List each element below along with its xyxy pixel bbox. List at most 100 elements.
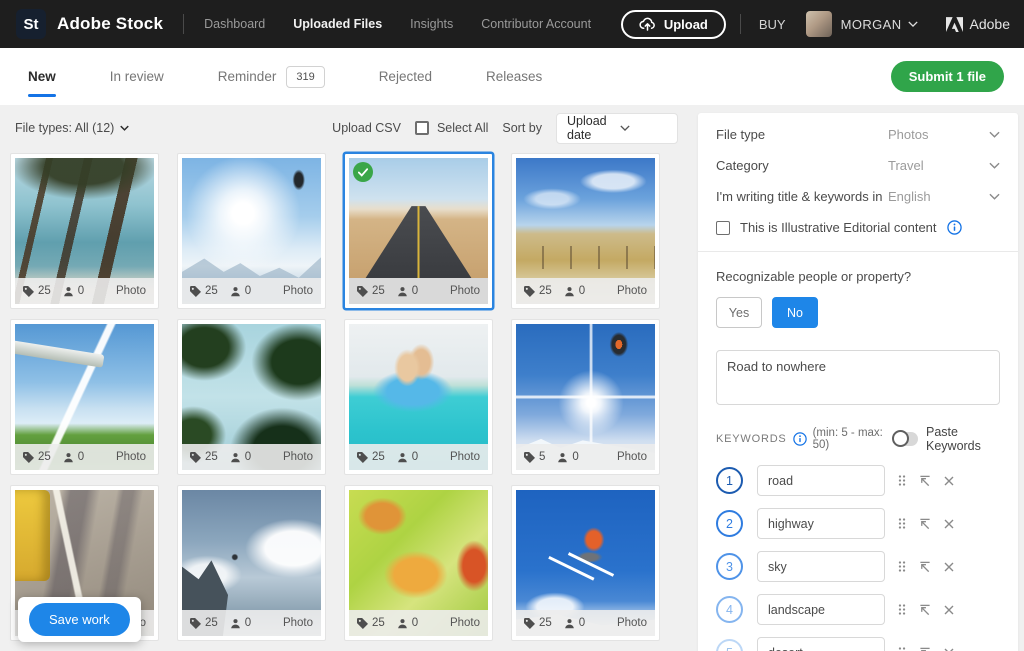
photo-card-skier-orange[interactable]: 25 0 Photo <box>511 485 660 641</box>
file-type-label: Photo <box>616 451 647 463</box>
drag-handle-icon[interactable] <box>898 603 906 616</box>
status-tab-bar: New In review Reminder 319 Rejected Rele… <box>0 48 1024 105</box>
keywords-minmax: (min: 5 - max: 50) <box>812 427 883 451</box>
tag-icon <box>524 617 535 629</box>
file-type-label: Photo <box>449 617 480 629</box>
delete-keyword-icon[interactable] <box>944 605 954 615</box>
photo-card-palm-trees[interactable]: 25 0 Photo <box>177 319 326 475</box>
select-all-checkbox[interactable] <box>414 121 429 135</box>
tab-rejected[interactable]: Rejected <box>379 48 432 105</box>
drag-handle-icon[interactable] <box>898 517 906 530</box>
keyword-input[interactable] <box>757 637 885 651</box>
photo-card-cypress-trees-bridge[interactable]: 25 0 Photo <box>10 153 159 309</box>
save-work-button[interactable]: Save work <box>29 603 130 636</box>
tag-icon <box>357 285 368 297</box>
nav-dashboard[interactable]: Dashboard <box>204 17 265 31</box>
people-icon <box>564 286 575 297</box>
save-work-popover: Save work <box>18 597 141 642</box>
stock-logo[interactable]: St <box>16 9 46 39</box>
photo-card-mountain-peak[interactable]: 25 0 Photo <box>177 485 326 641</box>
category-dropdown[interactable]: Category Travel <box>716 150 1000 181</box>
tag-icon <box>23 285 34 297</box>
title-input[interactable]: Road to nowhere <box>716 350 1000 405</box>
chevron-down-icon <box>989 131 1000 138</box>
divider <box>698 251 1018 252</box>
recognizable-no-button[interactable]: No <box>772 297 818 328</box>
tab-reminder[interactable]: Reminder 319 <box>218 48 325 105</box>
move-to-top-icon[interactable] <box>919 647 931 651</box>
drag-handle-icon[interactable] <box>898 560 906 573</box>
upload-button[interactable]: Upload <box>620 9 726 39</box>
move-to-top-icon[interactable] <box>919 475 931 487</box>
recognizable-yes-button[interactable]: Yes <box>716 297 762 328</box>
people-icon <box>230 618 241 629</box>
tag-icon <box>357 617 368 629</box>
keyword-rank: 4 <box>716 596 743 623</box>
divider <box>183 14 185 34</box>
upload-csv-button[interactable]: Upload CSV <box>332 121 401 135</box>
paste-keywords-toggle[interactable] <box>892 430 918 447</box>
file-type-dropdown[interactable]: File type Photos <box>716 119 1000 150</box>
chevron-down-icon <box>907 21 918 27</box>
nav-uploaded-files[interactable]: Uploaded Files <box>293 17 382 31</box>
delete-keyword-icon[interactable] <box>944 519 954 529</box>
people-icon <box>397 286 408 297</box>
tab-in-review[interactable]: In review <box>110 48 164 105</box>
files-main: File types: All (12) Upload CSV Select A… <box>0 105 684 651</box>
thumbnail-meta: 25 0 Photo <box>15 278 154 304</box>
photo-card-grassland-fence[interactable]: 25 0 Photo <box>511 153 660 309</box>
photo-card-desert-road-selected[interactable]: 25 0 Photo <box>344 153 493 309</box>
info-icon[interactable] <box>946 220 962 235</box>
keyword-input[interactable] <box>757 465 885 496</box>
chevron-down-icon <box>620 125 667 131</box>
buy-link[interactable]: BUY <box>759 17 786 32</box>
thumbnail-meta: 25 0 Photo <box>349 278 488 304</box>
drag-handle-icon[interactable] <box>898 646 906 651</box>
move-to-top-icon[interactable] <box>919 518 931 530</box>
people-icon <box>63 452 74 463</box>
tab-new[interactable]: New <box>28 48 56 105</box>
main-nav: Dashboard Uploaded Files Insights Contri… <box>204 17 591 31</box>
tag-icon <box>524 451 535 463</box>
language-dropdown[interactable]: I'm writing title & keywords in English <box>716 181 1000 212</box>
nav-contributor-account[interactable]: Contributor Account <box>481 17 591 31</box>
adobe-logo-icon <box>945 16 963 32</box>
info-icon[interactable] <box>792 432 807 446</box>
user-avatar[interactable] <box>805 11 832 37</box>
sort-by-label: Sort by <box>502 121 542 135</box>
photo-card-snowboarder-sun[interactable]: 5 0 Photo <box>511 319 660 475</box>
drag-handle-icon[interactable] <box>898 474 906 487</box>
file-type-label: Photo <box>616 285 647 297</box>
photo-card-pool-float[interactable]: 25 0 Photo <box>344 319 493 475</box>
selected-check-icon <box>353 162 373 182</box>
keyword-input[interactable] <box>757 551 885 582</box>
nav-insights[interactable]: Insights <box>410 17 453 31</box>
tab-releases[interactable]: Releases <box>486 48 542 105</box>
move-to-top-icon[interactable] <box>919 604 931 616</box>
app-header: St Adobe Stock Dashboard Uploaded Files … <box>0 0 1024 48</box>
file-type-label: Photo <box>282 285 313 297</box>
keyword-row: 4 <box>716 594 1000 625</box>
delete-keyword-icon[interactable] <box>944 476 954 486</box>
keyword-rank: 2 <box>716 510 743 537</box>
file-types-filter[interactable]: File types: All (12) <box>15 121 130 135</box>
delete-keyword-icon[interactable] <box>944 648 954 651</box>
recognizable-question: Recognizable people or property? <box>716 269 912 284</box>
thumbnail-meta: 25 0 Photo <box>516 278 655 304</box>
user-menu[interactable]: MORGAN <box>841 17 918 32</box>
illustrative-editorial-checkbox[interactable] <box>716 220 730 235</box>
photo-card-goldfish[interactable]: 25 0 Photo <box>344 485 493 641</box>
keyword-rank: 5 <box>716 639 743 651</box>
photo-card-freestyle-skier[interactable]: 25 0 Photo <box>177 153 326 309</box>
people-icon <box>557 452 568 463</box>
sort-dropdown[interactable]: Upload date <box>556 112 678 144</box>
adobe-home-link[interactable]: Adobe <box>945 16 1010 32</box>
delete-keyword-icon[interactable] <box>944 562 954 572</box>
keyword-input[interactable] <box>757 594 885 625</box>
photo-card-glider-wing[interactable]: 25 0 Photo <box>10 319 159 475</box>
file-type-label: Photo <box>449 285 480 297</box>
move-to-top-icon[interactable] <box>919 561 931 573</box>
keyword-row: 5 <box>716 637 1000 651</box>
keyword-input[interactable] <box>757 508 885 539</box>
submit-file-button[interactable]: Submit 1 file <box>890 61 1004 92</box>
